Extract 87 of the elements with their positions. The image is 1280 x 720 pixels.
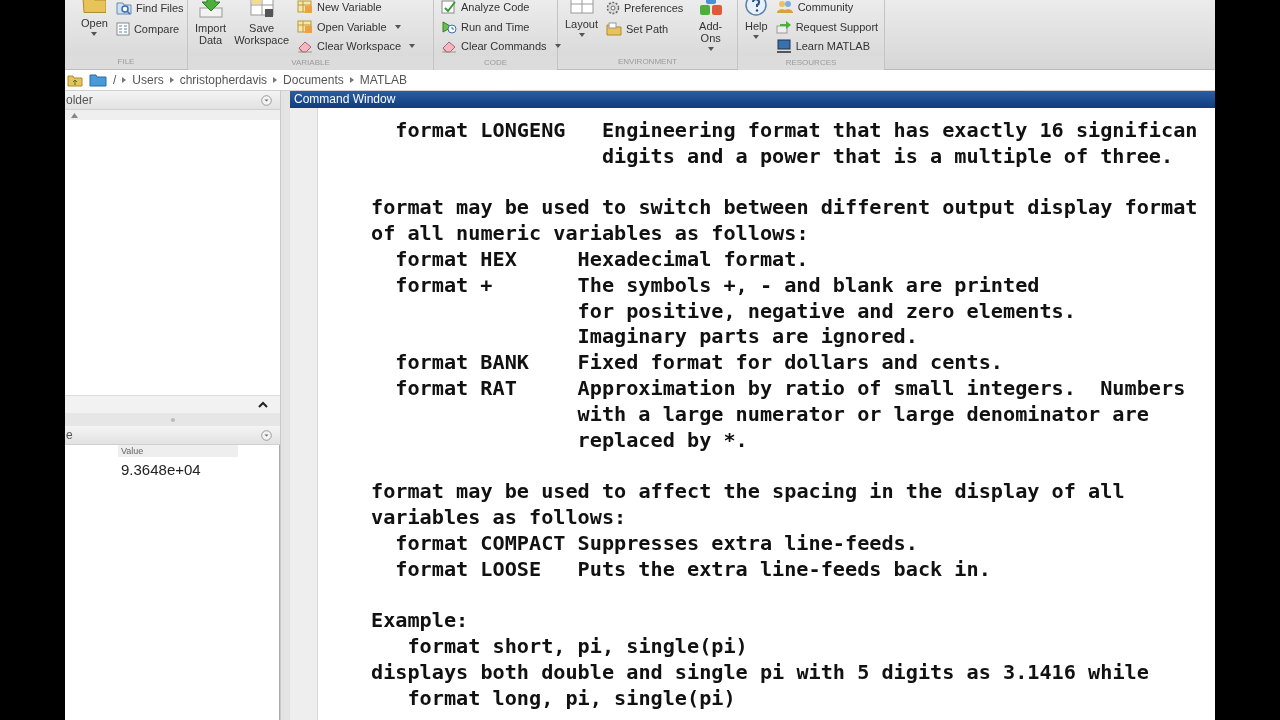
path-separator-icon bbox=[349, 77, 354, 83]
path-segment[interactable]: christopherdavis bbox=[179, 73, 268, 87]
option-description: Fixed format for dollars and cents. bbox=[577, 350, 1003, 376]
option-name: format HEX bbox=[395, 247, 517, 273]
table-icon bbox=[297, 0, 313, 14]
toolbar-button[interactable]: Add-Ons bbox=[689, 0, 732, 55]
settings-icon bbox=[606, 0, 621, 15]
document-check-icon bbox=[441, 0, 457, 14]
folder-icon bbox=[89, 73, 107, 87]
toolbar-button[interactable]: Request Support bbox=[773, 16, 881, 37]
toolbar-button[interactable]: Analyze Code bbox=[439, 0, 563, 17]
toolbar-button[interactable]: Find Files bbox=[113, 0, 186, 18]
panel-title: older bbox=[66, 93, 93, 107]
folder-up-icon bbox=[67, 73, 83, 87]
toolbar-button[interactable]: Layout bbox=[563, 0, 601, 55]
table-icon bbox=[297, 19, 313, 34]
path-segment[interactable]: Documents bbox=[283, 73, 344, 87]
eraser-icon bbox=[441, 39, 457, 54]
dropdown-icon bbox=[261, 94, 272, 106]
help-text: Example: bbox=[371, 608, 469, 634]
option-description: replaced by *. bbox=[577, 427, 748, 454]
column-header[interactable]: Value bbox=[118, 445, 238, 457]
toolbar-button[interactable]: Set Path bbox=[604, 18, 686, 39]
monitor-icon bbox=[775, 39, 792, 54]
help-text: variables as follows: bbox=[371, 504, 627, 531]
people-icon bbox=[775, 0, 794, 14]
help-text: format may be used to affect the spacing in the display of all bbox=[371, 479, 1125, 505]
option-description: Suppresses extra line-feeds. bbox=[577, 530, 918, 557]
toolbar-button[interactable]: Open Variable bbox=[295, 16, 418, 37]
option-description: Puts the extra line-feeds back in. bbox=[577, 556, 991, 583]
toolbar-button[interactable]: Compare bbox=[113, 18, 186, 39]
help-text: displays both double and single pi with 5 digits as 3.1416 while bbox=[371, 659, 1149, 686]
path-separator-icon bbox=[273, 77, 278, 83]
toolbar-button[interactable]: New Variable bbox=[295, 0, 418, 17]
toolbar-button[interactable]: Open bbox=[79, 0, 110, 55]
grip-icon bbox=[170, 417, 175, 422]
arrow-icon bbox=[775, 19, 792, 34]
dropdown-icon bbox=[261, 429, 272, 441]
option-name: format BANK bbox=[395, 350, 529, 376]
cubes-icon bbox=[698, 0, 723, 16]
panel-title: e bbox=[66, 428, 73, 442]
path-separator-icon bbox=[169, 77, 174, 83]
option-description: Approximation by ratio of small integers. Numbers bbox=[577, 375, 1186, 402]
option-name: format RAT bbox=[395, 375, 517, 402]
option-description: digits and a power that is a multiple of three. bbox=[601, 143, 1174, 170]
option-description: for positive, negative and zero elements. bbox=[577, 298, 1076, 325]
toolbar-button[interactable]: Save Workspace bbox=[232, 0, 291, 56]
toolbar-button[interactable]: Help bbox=[743, 0, 770, 56]
play-clock-icon bbox=[441, 19, 457, 34]
document-icon bbox=[115, 21, 130, 36]
table-cell-text: 9.3648e+04 bbox=[120, 460, 202, 478]
toolbar-button[interactable]: Preferences bbox=[604, 0, 686, 18]
chevron-up-icon bbox=[258, 401, 268, 408]
eraser-icon bbox=[297, 39, 313, 54]
option-description: Hexadecimal format. bbox=[577, 247, 809, 273]
option-name: format COMPACT bbox=[395, 530, 566, 557]
code-line: format short, pi, single(pi) bbox=[407, 633, 748, 660]
path-separator-icon bbox=[122, 77, 127, 83]
help-icon bbox=[745, 0, 768, 16]
option-description: with a large numerator or large denominator are bbox=[577, 401, 1149, 428]
code-line: format long, pi, single(pi) bbox=[407, 685, 736, 712]
panel-title-bar: Command Window bbox=[290, 91, 1215, 108]
path-segment[interactable]: MATLAB bbox=[359, 73, 407, 87]
option-description: Imaginary parts are ignored. bbox=[577, 324, 918, 351]
path-segment[interactable]: Users bbox=[132, 73, 164, 87]
toolbar-button[interactable]: Clear Workspace bbox=[295, 36, 418, 56]
folder-search-icon bbox=[115, 0, 132, 15]
path-segment[interactable]: / bbox=[113, 73, 117, 87]
splitter-bar[interactable] bbox=[281, 91, 290, 720]
help-text: format may be used to switch between different output display format bbox=[371, 195, 1198, 222]
toolbar-button[interactable]: Learn MATLAB bbox=[773, 36, 881, 56]
folder-icon bbox=[606, 21, 623, 36]
option-name: format LONGENG bbox=[395, 118, 566, 144]
toolbar-button[interactable]: Clear Commands bbox=[439, 36, 563, 56]
folder-icon bbox=[82, 0, 107, 14]
help-text: of all numeric variables as follows: bbox=[371, 221, 809, 247]
grid-icon bbox=[569, 0, 594, 14]
window-grid-icon bbox=[249, 0, 274, 18]
option-name: format + bbox=[395, 272, 493, 299]
download-arrow-icon bbox=[197, 0, 224, 18]
option-description: Engineering format that has exactly 16 significan bbox=[601, 118, 1198, 144]
toolbar-button[interactable]: Import Data bbox=[193, 0, 229, 56]
toolbar-button[interactable]: Community bbox=[773, 0, 881, 17]
option-description: The symbols +, - and blank are printed bbox=[577, 272, 1040, 299]
toolbar-button[interactable]: Run and Time bbox=[439, 16, 563, 37]
option-name: format LOOSE bbox=[395, 556, 542, 583]
sort-arrow-icon bbox=[71, 112, 78, 118]
